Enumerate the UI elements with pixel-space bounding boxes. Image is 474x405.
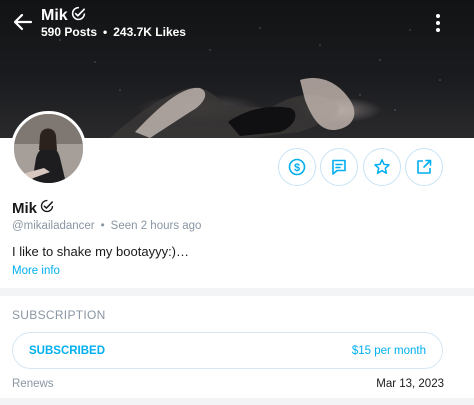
subscription-button[interactable]: SUBSCRIBED $15 per month [12, 332, 443, 369]
likes-count: 243.7K Likes [113, 25, 186, 39]
share-icon [417, 159, 432, 174]
header-title: Mik [41, 6, 86, 26]
last-seen: Seen 2 hours ago [110, 220, 202, 232]
verified-icon [71, 6, 86, 26]
message-button[interactable] [320, 148, 358, 186]
svg-text:$: $ [294, 162, 300, 174]
verified-icon [40, 199, 54, 217]
favorite-button[interactable] [363, 148, 401, 186]
profile-display-name: Mik [12, 199, 38, 217]
username: @mikailadancer [12, 220, 95, 232]
handle-line: @mikailadancer • Seen 2 hours ago [12, 220, 201, 232]
profile-name: Mik [12, 199, 54, 217]
posts-count: 590 Posts [41, 25, 98, 39]
back-arrow-icon[interactable] [12, 11, 34, 33]
subscription-title: SUBSCRIPTION [12, 308, 106, 322]
separator-dot: • [100, 220, 105, 232]
top-bar: Mik 590 Posts • 243.7K Likes [0, 0, 474, 44]
subscription-price: $15 per month [351, 344, 426, 357]
bio-text: I like to shake my bootayyy:)… [12, 244, 190, 259]
section-divider [0, 288, 474, 296]
more-info-link[interactable]: More info [12, 265, 60, 277]
tip-button[interactable]: $ [278, 148, 316, 186]
share-button[interactable] [405, 148, 443, 186]
renews-label: Renews [12, 378, 54, 390]
more-options-icon[interactable] [430, 12, 446, 34]
header-name: Mik [41, 7, 68, 24]
avatar-photo [14, 114, 83, 183]
dollar-icon: $ [288, 158, 306, 176]
separator-dot: • [103, 25, 108, 39]
avatar[interactable] [11, 111, 86, 186]
star-icon [374, 159, 390, 174]
header-stats: 590 Posts • 243.7K Likes [41, 25, 186, 39]
subscription-status: SUBSCRIBED [29, 344, 106, 357]
section-divider [0, 398, 474, 405]
renews-date: Mar 13, 2023 [376, 378, 444, 390]
message-icon [332, 159, 346, 175]
